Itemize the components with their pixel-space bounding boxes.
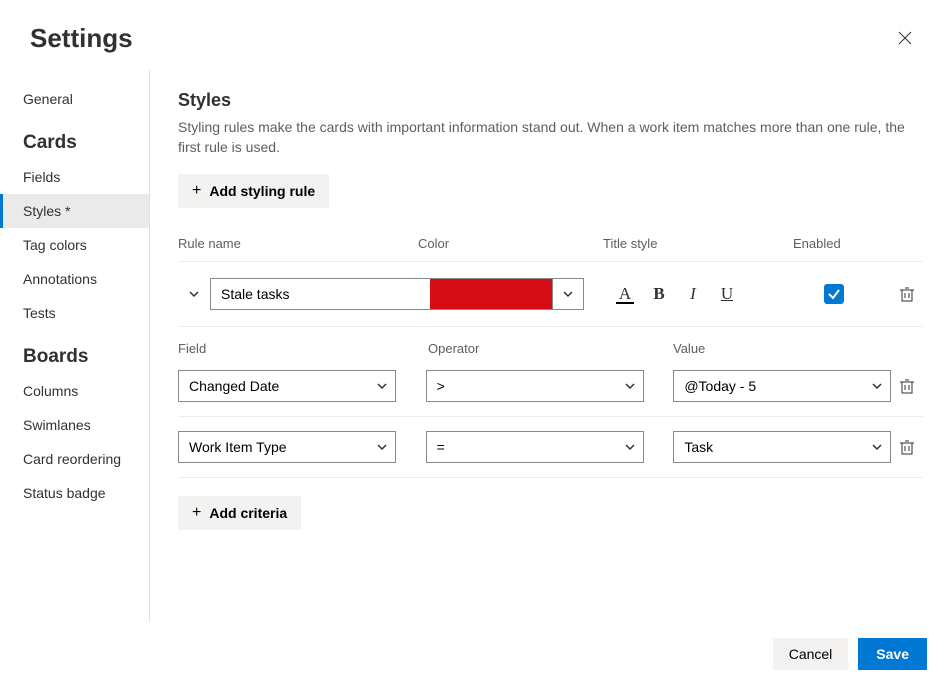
- color-dropdown[interactable]: [552, 278, 584, 310]
- sidebar-group-boards: Boards: [0, 330, 149, 374]
- delete-criteria-button[interactable]: [891, 431, 923, 463]
- sidebar-item-annotations[interactable]: Annotations: [0, 262, 149, 296]
- col-enabled: Enabled: [793, 236, 923, 251]
- font-color-underline: [616, 302, 634, 304]
- col-title-style: Title style: [603, 236, 793, 251]
- criteria-row: [178, 417, 923, 478]
- underline-button[interactable]: U: [716, 282, 738, 306]
- title-style-group: A B I U: [614, 282, 764, 306]
- expand-rule-toggle[interactable]: [178, 288, 210, 300]
- add-criteria-button[interactable]: + Add criteria: [178, 496, 301, 530]
- font-color-button[interactable]: A: [614, 282, 636, 306]
- italic-button[interactable]: I: [682, 282, 704, 306]
- delete-criteria-button[interactable]: [891, 370, 923, 402]
- trash-icon: [899, 439, 915, 455]
- col-color: Color: [418, 236, 603, 251]
- sidebar-item-fields[interactable]: Fields: [0, 160, 149, 194]
- save-button[interactable]: Save: [858, 638, 927, 670]
- trash-icon: [899, 378, 915, 394]
- chevron-down-icon: [562, 288, 574, 300]
- color-swatch[interactable]: [430, 278, 552, 310]
- settings-sidebar: General Cards Fields Styles * Tag colors…: [0, 70, 150, 622]
- sidebar-item-swimlanes[interactable]: Swimlanes: [0, 408, 149, 442]
- criteria-header-operator: Operator: [428, 341, 673, 356]
- criteria-header-value: Value: [673, 341, 923, 356]
- sidebar-item-status-badge[interactable]: Status badge: [0, 476, 149, 510]
- sidebar-item-styles[interactable]: Styles *: [0, 194, 149, 228]
- close-button[interactable]: [889, 22, 921, 54]
- delete-rule-button[interactable]: [891, 278, 923, 310]
- enabled-checkbox[interactable]: [824, 284, 844, 304]
- dialog-footer: Cancel Save: [0, 622, 951, 686]
- sidebar-item-columns[interactable]: Columns: [0, 374, 149, 408]
- criteria-header-field: Field: [178, 341, 428, 356]
- add-styling-rule-label: Add styling rule: [209, 183, 315, 199]
- col-rule-name: Rule name: [178, 236, 418, 251]
- panel-heading: Styles: [178, 90, 923, 111]
- criteria-field-select[interactable]: [178, 370, 396, 402]
- sidebar-item-tag-colors[interactable]: Tag colors: [0, 228, 149, 262]
- criteria-field-select[interactable]: [178, 431, 396, 463]
- main-panel: Styles Styling rules make the cards with…: [150, 70, 951, 622]
- panel-description: Styling rules make the cards with import…: [178, 117, 923, 158]
- close-icon: [898, 31, 912, 45]
- trash-icon: [899, 286, 915, 302]
- rule-column-headers: Rule name Color Title style Enabled: [178, 236, 923, 261]
- check-icon: [827, 287, 841, 301]
- plus-icon: +: [192, 504, 201, 522]
- chevron-down-icon: [188, 288, 200, 300]
- criteria-operator-select[interactable]: [426, 370, 644, 402]
- bold-button[interactable]: B: [648, 282, 670, 306]
- dialog-header: Settings: [0, 0, 951, 66]
- sidebar-item-card-reordering[interactable]: Card reordering: [0, 442, 149, 476]
- criteria-row: [178, 356, 923, 417]
- criteria-operator-select[interactable]: [426, 431, 644, 463]
- criteria-headers: Field Operator Value: [178, 327, 923, 356]
- rule-row: A B I U: [178, 261, 923, 327]
- cancel-button[interactable]: Cancel: [773, 638, 849, 670]
- add-criteria-label: Add criteria: [209, 505, 287, 521]
- sidebar-group-cards: Cards: [0, 116, 149, 160]
- criteria-value-select[interactable]: [673, 370, 891, 402]
- criteria-value-select[interactable]: [673, 431, 891, 463]
- sidebar-item-tests[interactable]: Tests: [0, 296, 149, 330]
- add-styling-rule-button[interactable]: + Add styling rule: [178, 174, 329, 208]
- dialog-title: Settings: [30, 23, 133, 54]
- plus-icon: +: [192, 182, 201, 200]
- sidebar-item-general[interactable]: General: [0, 82, 149, 116]
- rule-name-input[interactable]: [210, 278, 430, 310]
